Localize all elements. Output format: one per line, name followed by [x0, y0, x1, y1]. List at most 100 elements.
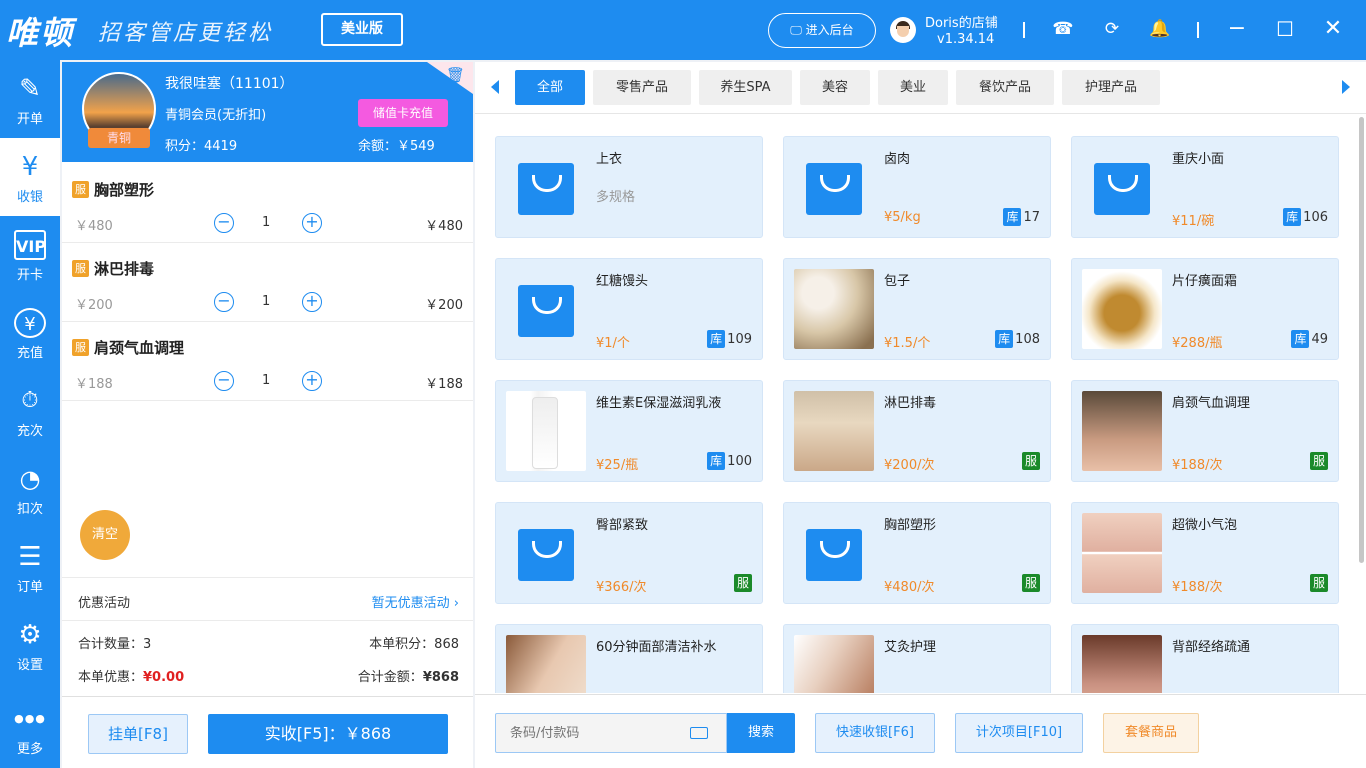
list-icon: ☰	[18, 542, 42, 572]
member-card: 🗑 青铜 我很哇塞（11101） 青铜会员(无折扣) 积分：4419 储值卡充值…	[62, 62, 473, 162]
increase-button[interactable]: +	[302, 292, 322, 312]
category-tab[interactable]: 全部	[515, 70, 585, 105]
decrease-button[interactable]: −	[214, 371, 234, 391]
sync-icon[interactable]: ⟳	[1101, 18, 1123, 40]
increase-button[interactable]: +	[302, 213, 322, 233]
stock-count: 109	[727, 332, 752, 347]
product-card[interactable]: 淋巴排毒 ¥200/次 服	[783, 380, 1051, 482]
service-tag: 服	[734, 574, 752, 592]
shopping-bag-icon	[794, 147, 874, 227]
category-tab[interactable]: 养生SPA	[699, 70, 792, 105]
count-items-button[interactable]: 计次项目[F10]	[955, 713, 1083, 753]
keyboard-icon[interactable]	[690, 727, 708, 739]
promotion-value[interactable]: 暂无优惠活动 ›	[372, 592, 459, 611]
hold-order-button[interactable]: 挂单[F8]	[88, 714, 188, 754]
minimize-icon[interactable]: −	[1226, 18, 1248, 40]
edition-badge[interactable]: 美业版	[321, 13, 403, 46]
product-spec: 多规格	[596, 190, 636, 205]
stored-card-recharge-button[interactable]: 储值卡充值	[358, 99, 448, 127]
product-card[interactable]: 胸部塑形 ¥480/次 服	[783, 502, 1051, 604]
headset-icon[interactable]: ☎	[1052, 18, 1074, 40]
chart-icon: ◔	[19, 465, 41, 493]
product-name: 片仔癀面霜	[1172, 274, 1238, 289]
cart-panel: 🗑 青铜 我很哇塞（11101） 青铜会员(无折扣) 积分：4419 储值卡充值…	[62, 62, 473, 768]
product-card[interactable]: 艾灸护理	[783, 624, 1051, 693]
chevron-left-icon[interactable]	[491, 80, 499, 94]
gear-icon: ⚙	[18, 620, 42, 650]
barcode-search-box[interactable]	[495, 713, 727, 753]
cart-item[interactable]: 服 胸部塑形 ￥480 − 1 + ￥480	[62, 164, 473, 243]
nav-orders[interactable]: ☰ 订单	[0, 528, 60, 606]
nav-settings[interactable]: ⚙ 设置	[0, 606, 60, 684]
nav-deduct-times[interactable]: ◔ 扣次	[0, 450, 60, 528]
barcode-input[interactable]	[510, 726, 680, 741]
nav-open-order[interactable]: ✎ 开单	[0, 60, 60, 138]
app-version: v1.34.14	[937, 32, 995, 47]
chevron-right-icon[interactable]	[1342, 80, 1350, 94]
decrease-button[interactable]: −	[214, 292, 234, 312]
user-avatar[interactable]	[890, 17, 916, 43]
nav-more[interactable]: ●●● 更多	[0, 690, 60, 768]
category-tab[interactable]: 美业	[878, 70, 948, 105]
cart-item[interactable]: 服 淋巴排毒 ￥200 − 1 + ￥200	[62, 243, 473, 322]
cart-item-price: ￥480	[75, 219, 113, 234]
scrollbar[interactable]	[1359, 117, 1364, 563]
product-image	[794, 391, 874, 471]
service-tag: 服	[72, 339, 89, 356]
product-stock: 库 108	[995, 330, 1040, 348]
maximize-icon[interactable]: ☐	[1274, 18, 1296, 40]
clear-cart-button[interactable]: 清空	[80, 510, 130, 560]
product-card[interactable]: 重庆小面 ¥11/碗 库 106	[1071, 136, 1339, 238]
product-card[interactable]: 肩颈气血调理 ¥188/次 服	[1071, 380, 1339, 482]
cart-item-subtotal: ￥188	[425, 377, 463, 392]
product-grid: 上衣 多规格 卤肉 ¥5/kg 库 17 重庆小面 ¥11/碗库 106 红糖馒头 ¥1/个库 109…	[475, 115, 1360, 693]
search-button[interactable]: 搜索	[727, 713, 795, 753]
product-image	[1082, 269, 1162, 349]
product-name: 淋巴排毒	[884, 396, 937, 411]
edit-icon: ✎	[19, 74, 41, 104]
nav-recharge[interactable]: ¥ 充值	[0, 294, 60, 372]
category-tab[interactable]: 护理产品	[1062, 70, 1160, 105]
cart-item[interactable]: 服 肩颈气血调理 ￥188 − 1 + ￥188	[62, 322, 473, 401]
member-name: 我很哇塞（11101）	[165, 76, 294, 92]
product-name: 艾灸护理	[884, 640, 937, 655]
nav-open-card[interactable]: VIP 开卡	[0, 216, 60, 294]
nav-cashier[interactable]: ¥ 收银	[0, 138, 60, 216]
product-price: ¥366/次	[596, 580, 647, 595]
product-card[interactable]: 背部经络疏通	[1071, 624, 1339, 693]
decrease-button[interactable]: −	[214, 213, 234, 233]
product-card[interactable]: 片仔癀面霜 ¥288/瓶 库 49	[1071, 258, 1339, 360]
product-card[interactable]: 上衣 多规格	[495, 136, 763, 238]
product-card[interactable]: 包子 ¥1.5/个 库 108	[783, 258, 1051, 360]
close-icon[interactable]: ✕	[1322, 18, 1344, 40]
product-panel: 全部 零售产品 养生SPA 美容 美业 餐饮产品 护理产品 上衣 多规格 卤肉 ¥5/…	[475, 62, 1366, 768]
quick-checkout-button[interactable]: 快速收银[F6]	[815, 713, 935, 753]
enter-backend-button[interactable]: 🖵 进入后台	[768, 13, 876, 48]
nav-recharge-times[interactable]: ⏱ 充次	[0, 372, 60, 450]
stock-tag: 库	[1003, 208, 1022, 226]
member-points: 积分：4419	[165, 139, 238, 154]
product-card[interactable]: 60分钟面部清洁补水	[495, 624, 763, 693]
category-tab[interactable]: 零售产品	[593, 70, 691, 105]
cart-item-subtotal: ￥480	[425, 219, 463, 234]
package-goods-button[interactable]: 套餐商品	[1103, 713, 1199, 753]
product-stock: 库 100	[707, 452, 752, 470]
product-card[interactable]: 维生素E保湿滋润乳液 ¥25/瓶 库 100	[495, 380, 763, 482]
product-card[interactable]: 臀部紧致 ¥366/次 服	[495, 502, 763, 604]
product-card[interactable]: 超微小气泡 ¥188/次 服	[1071, 502, 1339, 604]
pay-button[interactable]: 实收[F5]：￥868	[208, 714, 448, 754]
category-tab[interactable]: 餐饮产品	[956, 70, 1054, 105]
trash-icon[interactable]: 🗑	[446, 66, 465, 84]
product-name: 重庆小面	[1172, 152, 1225, 167]
bell-icon[interactable]: 🔔	[1149, 18, 1171, 40]
promotion-row[interactable]: 优惠活动 暂无优惠活动 ›	[62, 577, 473, 621]
product-price: ¥188/次	[1172, 458, 1223, 473]
product-name: 红糖馒头	[596, 274, 649, 289]
increase-button[interactable]: +	[302, 371, 322, 391]
service-tag: 服	[1310, 574, 1328, 592]
product-card[interactable]: 卤肉 ¥5/kg 库 17	[783, 136, 1051, 238]
product-card[interactable]: 红糖馒头 ¥1/个 库 109	[495, 258, 763, 360]
shopping-bag-icon	[506, 513, 586, 593]
recharge-icon: ¥	[14, 308, 46, 338]
category-tab[interactable]: 美容	[800, 70, 870, 105]
